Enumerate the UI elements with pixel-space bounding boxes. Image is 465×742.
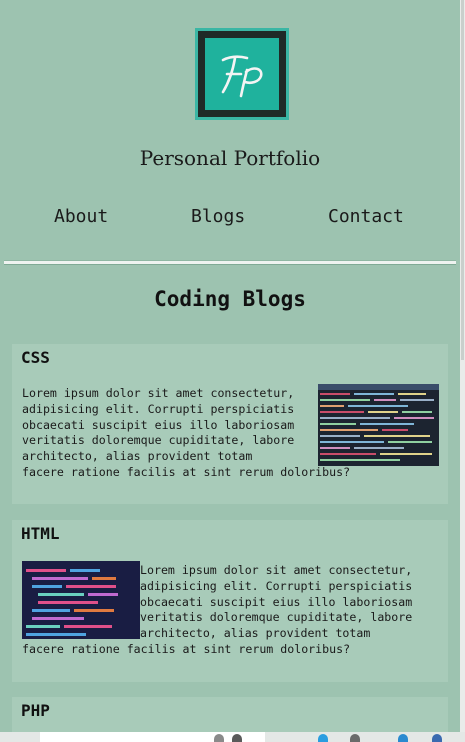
blog-card-title: HTML [21, 524, 60, 543]
blog-card-title: PHP [21, 701, 50, 720]
taskbar-app-icon[interactable] [232, 734, 242, 742]
taskbar-app-icon[interactable] [214, 734, 224, 742]
blog-card-html[interactable]: HTML Lorem ipsum dolor sit amet consecte… [12, 520, 448, 682]
taskbar-app-icon[interactable] [432, 734, 442, 742]
nav-link-about[interactable]: About [54, 206, 108, 227]
taskbar-app-icon[interactable] [350, 734, 360, 742]
vertical-scrollbar[interactable] [460, 0, 465, 732]
blog-card-php[interactable]: PHP [12, 697, 448, 737]
blog-card-title: CSS [21, 348, 50, 367]
site-title: Personal Portfolio [139, 146, 321, 170]
blog-card-body: Lorem ipsum dolor sit amet consectetur, a… [22, 386, 351, 479]
scrollbar-thumb[interactable] [461, 0, 464, 360]
blog-card-css[interactable]: CSS Lorem ipsum dolor sit amet consectet… [12, 344, 448, 504]
nav-link-blogs[interactable]: Blogs [191, 206, 245, 227]
fp-monogram-icon [221, 55, 263, 98]
header-divider [4, 260, 456, 265]
taskbar-app-icon[interactable] [398, 734, 408, 742]
taskbar-app-icon[interactable] [318, 734, 328, 742]
logo[interactable] [195, 28, 289, 120]
section-title: Coding Blogs [154, 287, 306, 311]
blog-card-body: Lorem ipsum dolor sit amet consectetur, a… [22, 563, 413, 656]
page: Personal Portfolio About Blogs Contact C… [0, 0, 460, 742]
nav-link-contact[interactable]: Contact [328, 206, 404, 227]
taskbar-strip [0, 732, 465, 742]
